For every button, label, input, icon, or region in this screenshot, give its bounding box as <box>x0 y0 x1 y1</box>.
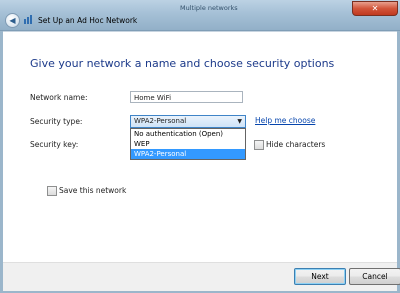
security-option-open[interactable]: No authentication (Open) <box>131 129 245 139</box>
hide-characters-label: Hide characters <box>266 140 326 149</box>
page-heading: Give your network a name and choose secu… <box>30 57 335 70</box>
cancel-button[interactable]: Cancel <box>349 268 400 285</box>
next-button[interactable]: Next <box>294 268 346 285</box>
security-type-select[interactable]: WPA2-Personal ▼ <box>130 115 246 128</box>
window-title: Set Up an Ad Hoc Network <box>38 16 138 25</box>
security-type-label: Security type: <box>30 117 83 126</box>
security-type-dropdown[interactable]: No authentication (Open) WEP WPA2-Person… <box>130 128 246 160</box>
security-option-wep[interactable]: WEP <box>131 139 245 149</box>
content-pane: Give your network a name and choose secu… <box>3 31 397 262</box>
security-key-label: Security key: <box>30 140 79 149</box>
security-option-wpa2[interactable]: WPA2-Personal <box>131 149 245 159</box>
chevron-down-icon[interactable]: ▼ <box>237 116 242 127</box>
close-button[interactable]: ✕ <box>352 1 398 16</box>
help-me-choose-link[interactable]: Help me choose <box>255 116 315 125</box>
back-arrow-icon[interactable]: ◀ <box>5 13 20 28</box>
save-network-checkbox[interactable] <box>47 186 57 196</box>
save-network-label: Save this network <box>59 186 127 195</box>
network-name-input[interactable]: Home WiFi <box>130 91 243 103</box>
command-area: Next Cancel <box>3 262 400 291</box>
network-icon <box>24 15 32 24</box>
network-name-label: Network name: <box>30 93 88 102</box>
security-type-selected-value: WPA2-Personal <box>134 117 187 125</box>
title-bar: Multiple networks ◀ Set Up an Ad Hoc Net… <box>0 0 400 31</box>
hide-characters-checkbox[interactable] <box>254 140 264 150</box>
background-window-title: Multiple networks <box>180 4 238 12</box>
